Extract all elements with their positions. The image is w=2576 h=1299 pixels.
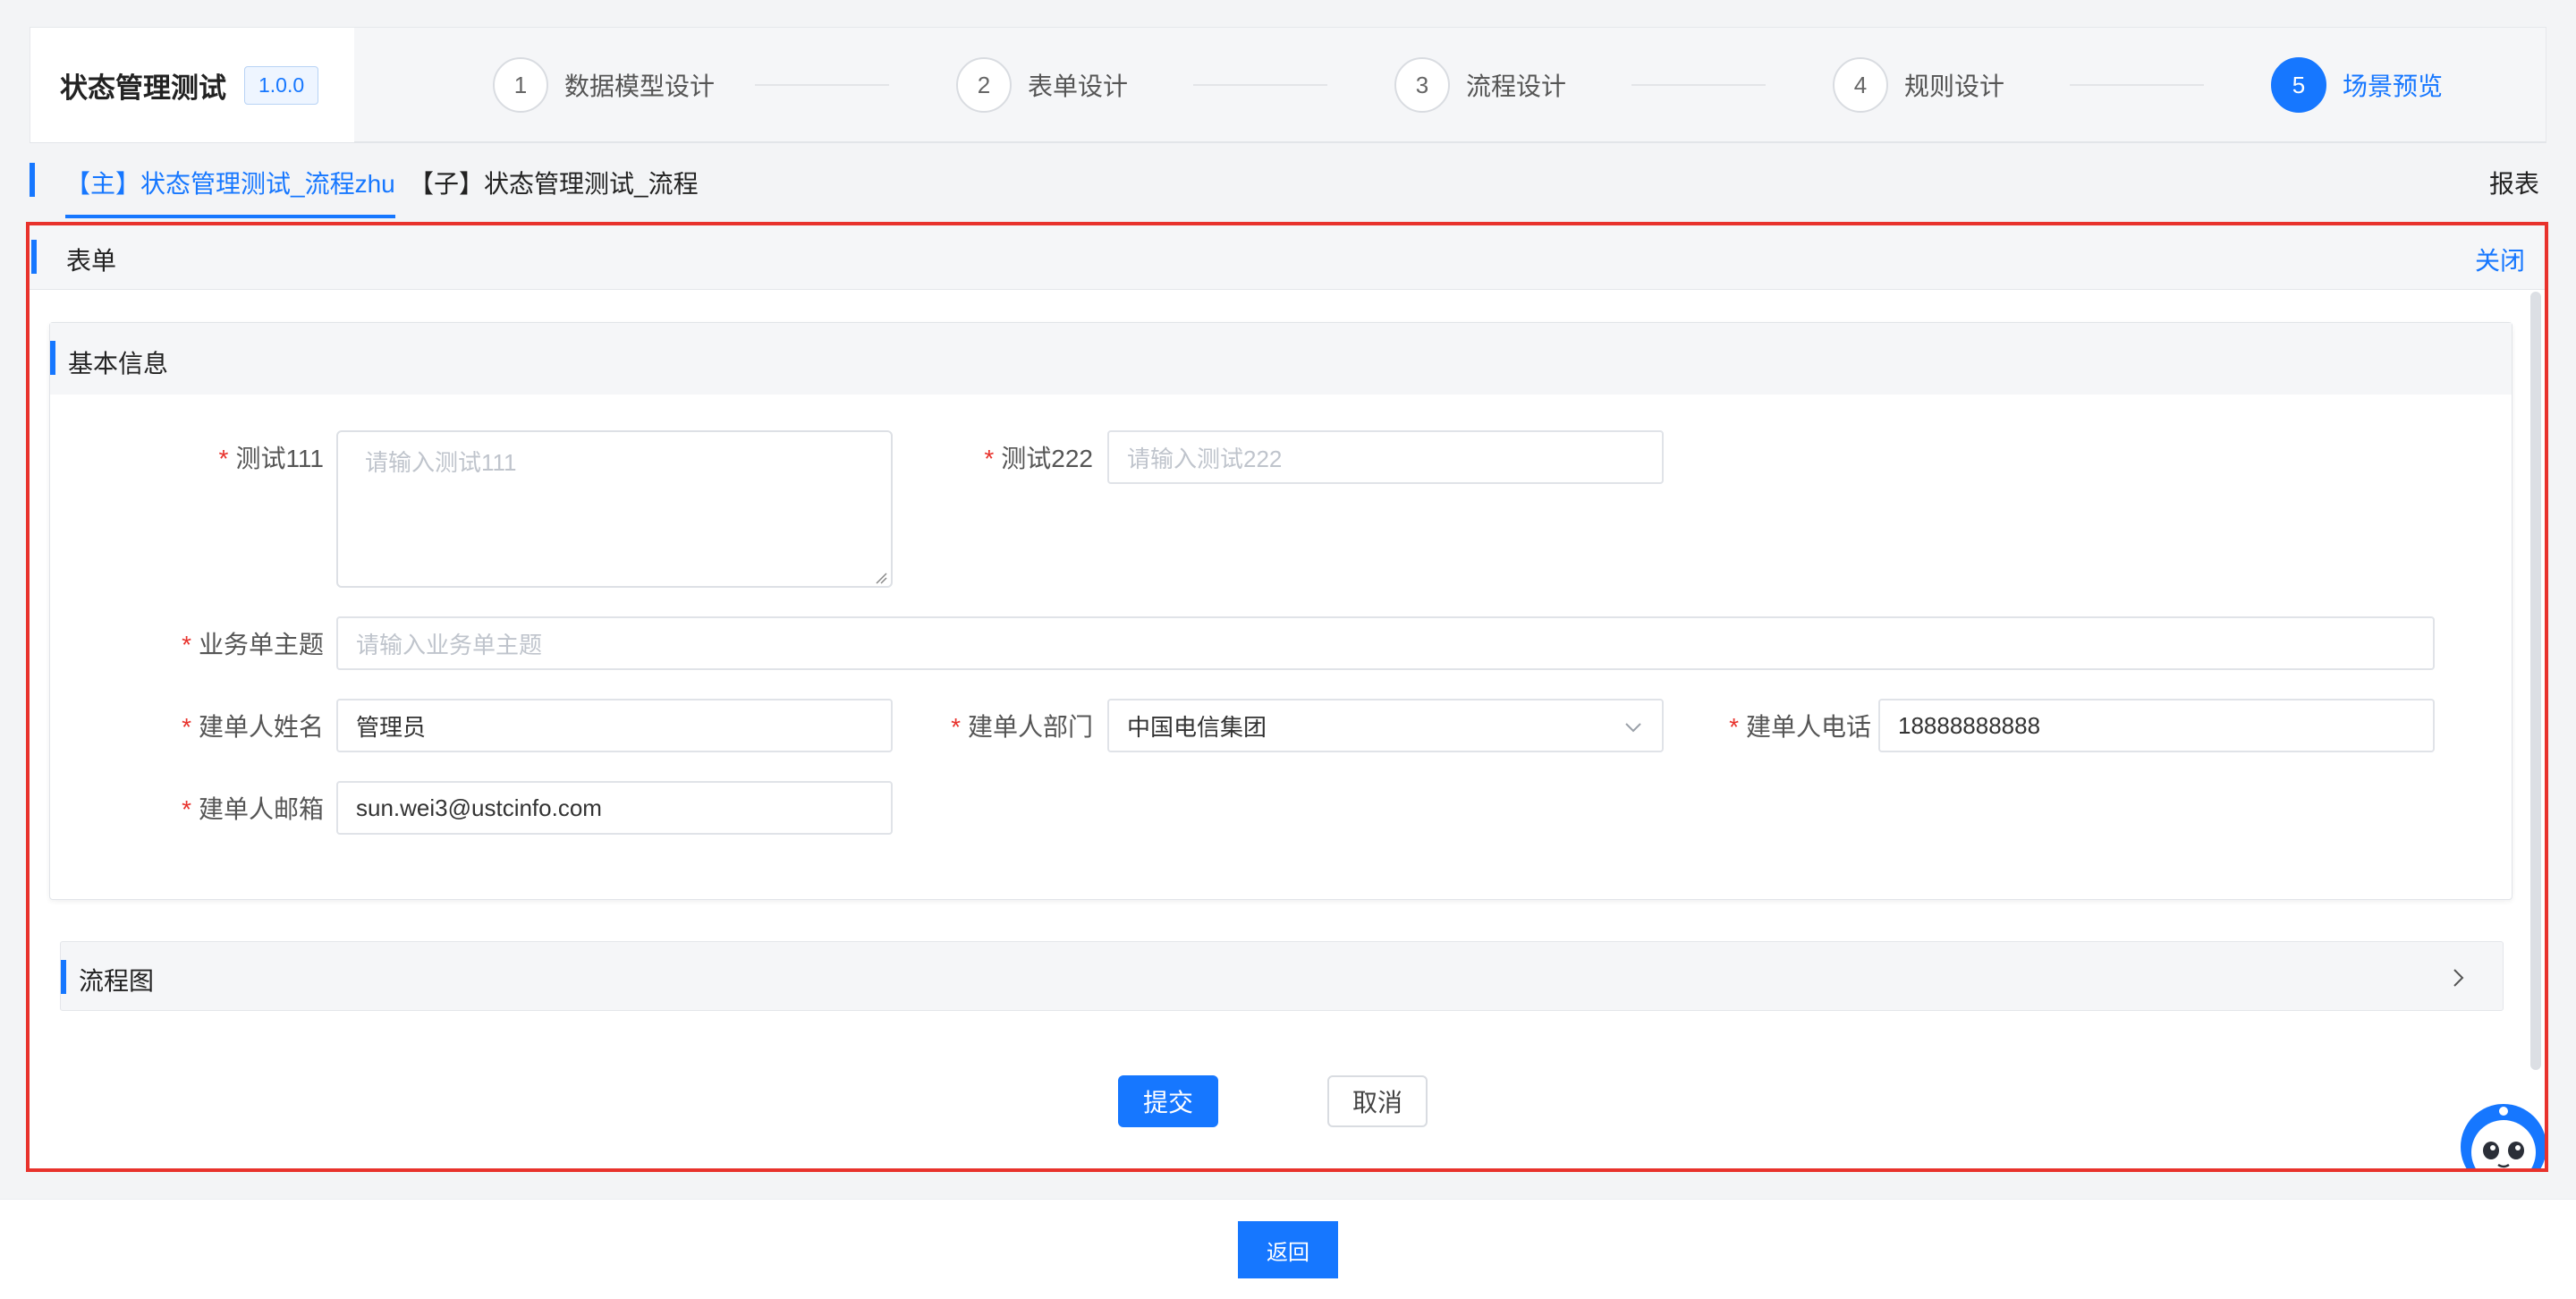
step-number: 5: [2271, 57, 2326, 113]
label-text: 建单人邮箱: [198, 795, 324, 823]
step-label: 规则设计: [1904, 72, 2005, 100]
step-flow-design[interactable]: 3 流程设计: [1394, 55, 1566, 115]
resize-handle-icon[interactable]: [875, 572, 887, 584]
basic-info-section: 基本信息 * 测试111 请输入测试111 * 测试222 请输入测试222 * 业务…: [49, 322, 2512, 900]
section-header: 基本信息: [50, 323, 2512, 395]
creator-name-input[interactable]: 管理员: [336, 699, 893, 752]
step-number: 4: [1833, 57, 1888, 113]
app-title: 状态管理测试: [60, 72, 226, 104]
step-number: 2: [956, 57, 1012, 113]
creator-name-label: * 建单人姓名: [86, 708, 324, 743]
required-mark: *: [182, 631, 191, 658]
required-mark: *: [182, 713, 191, 741]
page: 状态管理测试 1.0.0 1 数据模型设计 2 表单设计 3 流程设计 4 规则…: [0, 0, 2576, 1299]
step-connector: [755, 84, 889, 86]
creator-dept-select[interactable]: 中国电信集团: [1107, 699, 1664, 752]
step-connector: [1631, 84, 1766, 86]
flow-chart-title: 流程图: [79, 967, 155, 995]
section-accent-bar: [50, 341, 55, 375]
version-badge: 1.0.0: [244, 65, 319, 105]
step-connector: [2070, 84, 2204, 86]
test222-label: * 测试222: [846, 439, 1093, 475]
test222-input[interactable]: 请输入测试222: [1107, 430, 1664, 484]
scrollbar[interactable]: [2530, 292, 2541, 1070]
panel-accent-bar: [31, 240, 37, 274]
step-label: 流程设计: [1466, 72, 1567, 100]
creator-email-input[interactable]: sun.wei3@ustcinfo.com: [336, 781, 893, 835]
test111-label: * 测试111: [86, 439, 324, 475]
required-mark: *: [218, 445, 229, 472]
select-value: 中国电信集团: [1127, 713, 1267, 741]
tabs-bar: 【主】状态管理测试_流程zhu 【子】状态管理测试_流程 报表: [30, 145, 2546, 220]
app-title-box: 状态管理测试 1.0.0: [30, 28, 354, 142]
section-title: 基本信息: [68, 350, 169, 378]
label-text: 建单人电话: [1745, 713, 1871, 741]
label-text: 建单人部门: [967, 713, 1093, 741]
required-mark: *: [1729, 713, 1739, 741]
close-button[interactable]: 关闭: [2475, 242, 2525, 277]
step-label: 表单设计: [1028, 72, 1129, 100]
placeholder-text: 请输入测试111: [365, 449, 517, 476]
required-mark: *: [182, 795, 191, 823]
report-link[interactable]: 报表: [2489, 165, 2539, 200]
label-text: 测试111: [235, 445, 324, 472]
tab-main-flow[interactable]: 【主】状态管理测试_流程zhu: [65, 165, 395, 218]
flow-chart-section[interactable]: 流程图: [60, 941, 2504, 1011]
step-number: 1: [493, 57, 548, 113]
label-text: 测试222: [1001, 445, 1093, 472]
required-mark: *: [984, 445, 995, 472]
step-scene-preview[interactable]: 5 场景预览: [2271, 55, 2443, 115]
panel-header: 表单 关闭: [30, 225, 2545, 290]
form-panel: 表单 关闭 基本信息 * 测试111 请输入测试111 * 测试222 请输入测…: [26, 222, 2548, 1172]
cancel-button[interactable]: 取消: [1327, 1075, 1428, 1127]
step-data-model[interactable]: 1 数据模型设计: [493, 55, 715, 115]
subject-label: * 业务单主题: [86, 625, 324, 661]
header: 状态管理测试 1.0.0 1 数据模型设计 2 表单设计 3 流程设计 4 规则…: [30, 27, 2546, 143]
step-connector: [1193, 84, 1327, 86]
step-rule-design[interactable]: 4 规则设计: [1833, 55, 2004, 115]
tab-sub-flow[interactable]: 【子】状态管理测试_流程: [409, 165, 699, 218]
back-button[interactable]: 返回: [1238, 1221, 1338, 1278]
subject-input[interactable]: 请输入业务单主题: [336, 616, 2435, 670]
step-label: 数据模型设计: [564, 72, 716, 100]
label-text: 建单人姓名: [198, 713, 324, 741]
chevron-right-icon[interactable]: [2447, 965, 2469, 990]
creator-phone-input[interactable]: 18888888888: [1878, 699, 2435, 752]
step-form-design[interactable]: 2 表单设计: [956, 55, 1128, 115]
panel-title: 表单: [66, 247, 117, 275]
creator-dept-label: * 建单人部门: [846, 708, 1093, 743]
tabs-accent-bar: [30, 163, 35, 197]
assistant-robot-icon[interactable]: [2459, 1102, 2548, 1172]
submit-button[interactable]: 提交: [1118, 1075, 1218, 1127]
creator-phone-label: * 建单人电话: [1624, 708, 1871, 743]
creator-email-label: * 建单人邮箱: [86, 790, 324, 826]
label-text: 业务单主题: [198, 631, 324, 658]
section-accent-bar: [61, 960, 66, 994]
test111-textarea[interactable]: 请输入测试111: [336, 430, 893, 588]
required-mark: *: [951, 713, 961, 741]
steps-bar: 1 数据模型设计 2 表单设计 3 流程设计 4 规则设计 5 场景预览: [462, 28, 2546, 142]
step-label: 场景预览: [2343, 72, 2444, 100]
footer: 返回: [0, 1199, 2576, 1299]
step-number: 3: [1394, 57, 1450, 113]
